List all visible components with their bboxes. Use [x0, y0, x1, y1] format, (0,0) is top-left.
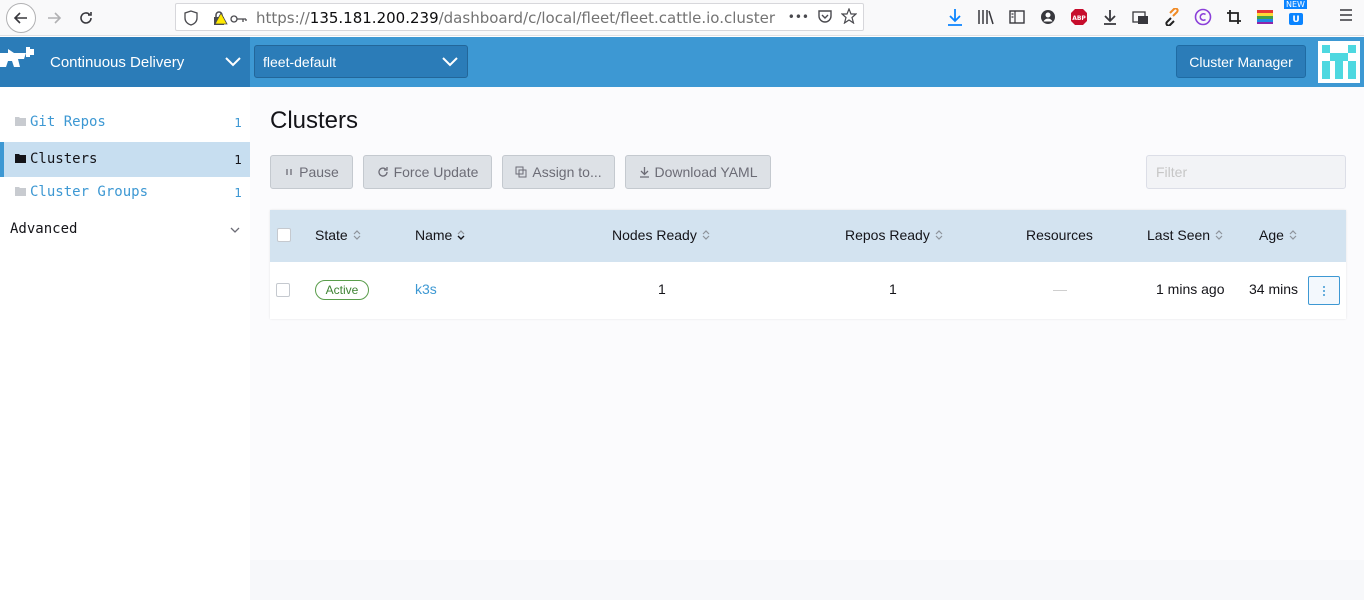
table-row[interactable]: Active k3s 1 1 — 1 mins ago 34 mins: [270, 262, 1346, 319]
url-bar[interactable]: https://135.181.200.239/dashboard/c/loca…: [175, 3, 864, 31]
bookmark-star-icon[interactable]: [841, 8, 857, 24]
svg-text:ABP: ABP: [1072, 15, 1086, 22]
column-header-repos-ready[interactable]: Repos Ready: [845, 227, 944, 243]
select-all-checkbox[interactable]: [277, 228, 291, 242]
sidebar-toggle-icon[interactable]: [1006, 6, 1028, 28]
adblock-icon[interactable]: ABP: [1068, 6, 1090, 28]
clusters-table: State Name Nodes Ready Repos Ready Resou…: [270, 210, 1346, 319]
insecure-lock-icon[interactable]: [212, 10, 248, 26]
force-update-button[interactable]: Force Update: [363, 155, 492, 189]
folder-icon: [15, 154, 26, 163]
shield-icon[interactable]: [184, 10, 198, 26]
crop-icon[interactable]: [1223, 6, 1245, 28]
link-extension-icon[interactable]: [1161, 6, 1183, 28]
page-footer-area: [250, 560, 1364, 600]
sort-icon: [702, 230, 710, 240]
last-seen-value: 1 mins ago: [1156, 281, 1225, 297]
arrow-right-icon: [48, 12, 62, 24]
column-header-nodes-ready[interactable]: Nodes Ready: [612, 227, 711, 243]
assign-icon: [515, 166, 527, 178]
rainbow-extension-icon[interactable]: [1254, 6, 1276, 28]
repos-ready-value: 1: [889, 281, 897, 297]
workspace-select-value: fleet-default: [263, 54, 337, 70]
refresh-icon: [377, 167, 388, 177]
account-icon[interactable]: [1037, 6, 1059, 28]
row-checkbox[interactable]: [276, 283, 290, 297]
reload-button[interactable]: [72, 4, 100, 32]
sidebar-item-count: 1: [234, 153, 242, 167]
sort-icon: [935, 230, 943, 240]
assign-to-button[interactable]: Assign to...: [502, 155, 615, 189]
column-header-name[interactable]: Name: [415, 227, 466, 243]
status-badge: Active: [315, 280, 369, 300]
download-icon: [639, 167, 649, 178]
sidebar-group-advanced[interactable]: Advanced: [10, 221, 77, 237]
sidebar-item-cluster-groups[interactable]: Cluster Groups 1: [0, 175, 250, 210]
browser-toolbar: https://135.181.200.239/dashboard/c/loca…: [0, 0, 1364, 36]
app-header: Continuous Delivery fleet-default Cluste…: [0, 37, 1364, 87]
column-header-last-seen[interactable]: Last Seen: [1147, 227, 1224, 243]
svg-text:U: U: [1292, 15, 1299, 25]
avatar[interactable]: [1318, 41, 1360, 83]
sidebar-item-git-repos[interactable]: Git Repos 1: [0, 105, 250, 140]
sidebar-item-clusters[interactable]: Clusters 1: [0, 142, 250, 177]
forward-button[interactable]: [40, 4, 68, 32]
sidebar: Git Repos 1 Clusters 1 Cluster Groups 1 …: [0, 87, 250, 600]
reload-icon: [80, 12, 92, 24]
main-content: Clusters Pause Force Update Assign to...…: [250, 87, 1364, 600]
kebab-menu-icon: [1323, 285, 1325, 296]
nodes-ready-value: 1: [658, 281, 666, 297]
age-value: 34 mins: [1249, 281, 1299, 297]
table-header: State Name Nodes Ready Repos Ready Resou…: [270, 210, 1346, 262]
product-title: Continuous Delivery: [50, 54, 185, 71]
sidebar-item-count: 1: [234, 186, 242, 200]
back-button[interactable]: [6, 3, 36, 33]
new-badge: NEW: [1284, 0, 1307, 9]
column-header-state[interactable]: State: [315, 227, 362, 243]
pocket-icon[interactable]: [817, 8, 833, 24]
rancher-logo-icon: [0, 47, 34, 67]
folder-icon: [15, 117, 26, 126]
row-actions-button[interactable]: [1308, 276, 1340, 305]
cluster-manager-button[interactable]: Cluster Manager: [1176, 45, 1306, 78]
column-header-resources: Resources: [1026, 227, 1093, 243]
chevron-down-icon: [225, 57, 241, 67]
sort-icon: [1215, 230, 1223, 240]
sidebar-item-count: 1: [234, 116, 242, 130]
download-arrow-icon[interactable]: [1099, 6, 1121, 28]
hamburger-menu-icon[interactable]: [1338, 8, 1354, 26]
column-header-age[interactable]: Age: [1259, 227, 1298, 243]
arrow-left-icon: [13, 12, 27, 24]
new-extension-icon[interactable]: U NEW: [1284, 0, 1307, 28]
folder-icon: [15, 187, 26, 196]
pause-icon: [286, 169, 292, 175]
copyright-extension-icon[interactable]: [1192, 6, 1214, 28]
pause-button[interactable]: Pause: [270, 155, 353, 189]
product-switcher[interactable]: Continuous Delivery: [0, 37, 250, 87]
url-text: https://135.181.200.239/dashboard/c/loca…: [256, 9, 775, 27]
sort-icon: [1289, 230, 1297, 240]
sort-icon: [457, 230, 465, 240]
filter-input[interactable]: [1146, 155, 1346, 189]
chevron-down-icon: [442, 57, 458, 67]
sort-icon: [353, 230, 361, 240]
workspace-select[interactable]: fleet-default: [254, 45, 468, 78]
download-icon[interactable]: [944, 6, 966, 28]
library-icon[interactable]: [975, 6, 997, 28]
page-actions-icon[interactable]: •••: [788, 8, 809, 26]
cluster-name-link[interactable]: k3s: [415, 281, 437, 297]
download-yaml-button[interactable]: Download YAML: [625, 155, 771, 189]
resources-value: —: [1053, 281, 1067, 297]
screenshot-icon[interactable]: [1130, 6, 1152, 28]
chevron-down-icon[interactable]: [230, 227, 240, 234]
page-title: Clusters: [270, 107, 359, 134]
